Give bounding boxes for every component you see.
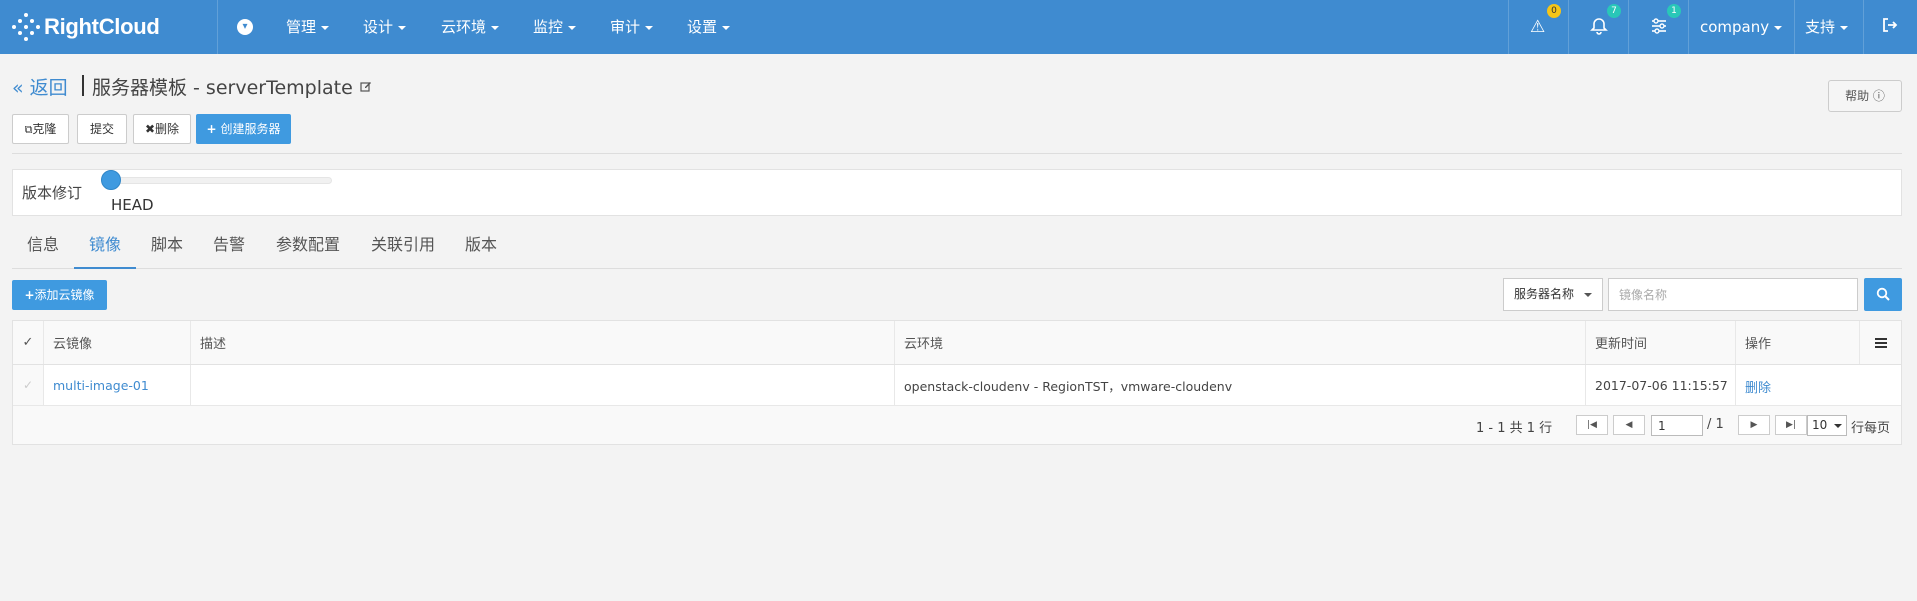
logout-icon xyxy=(1882,17,1898,38)
sliders-icon xyxy=(1650,17,1668,40)
logout-button[interactable] xyxy=(1863,0,1917,54)
chevron-down-icon xyxy=(1834,424,1842,428)
submit-button[interactable]: 提交 xyxy=(77,114,127,144)
create-server-button[interactable]: + 创建服务器 xyxy=(196,114,291,144)
image-cloud-env: openstack-cloudenv - RegionTST，vmware-cl… xyxy=(895,365,1586,405)
nav-item-settings[interactable]: 设置 xyxy=(687,0,731,54)
column-header-cloud-env[interactable]: 云环境 xyxy=(895,321,1586,364)
nav-item-cloud-env[interactable]: 云环境 xyxy=(441,0,500,54)
filter-field-select[interactable]: 服务器名称 xyxy=(1503,278,1603,311)
plus-icon: + xyxy=(24,288,35,302)
first-page-button[interactable]: |◀ xyxy=(1576,415,1608,435)
notification-count-badge: 7 xyxy=(1607,4,1621,18)
row-actions: 删除 xyxy=(1736,365,1901,405)
delete-button[interactable]: ✖删除 xyxy=(133,114,191,144)
company-menu[interactable]: company xyxy=(1700,0,1783,54)
tab-versions[interactable]: 版本 xyxy=(450,224,512,269)
delete-row-link[interactable]: 删除 xyxy=(1745,377,1771,396)
per-page-label: 行每页 xyxy=(1851,421,1891,436)
search-icon xyxy=(1876,287,1890,301)
nav-divider xyxy=(1688,0,1689,54)
search-button[interactable] xyxy=(1864,278,1902,311)
page-size-select[interactable]: 10 xyxy=(1807,415,1847,436)
title-divider xyxy=(82,75,84,96)
tab-bar: 信息 镜像 脚本 告警 参数配置 关联引用 版本 xyxy=(12,224,1902,269)
pagination-summary: 1 - 1 共 1 行 xyxy=(1476,421,1553,436)
version-slider-handle[interactable] xyxy=(101,170,121,190)
tasks-button[interactable]: 1 xyxy=(1628,0,1688,54)
logo-icon xyxy=(12,13,40,41)
add-image-button[interactable]: +添加云镜像 xyxy=(12,280,107,310)
column-header-updated[interactable]: 更新时间 xyxy=(1586,321,1736,364)
version-panel: 版本修订 HEAD xyxy=(12,169,1902,216)
divider xyxy=(12,153,1902,154)
nav-item-manage[interactable]: 管理 xyxy=(286,0,330,54)
nav-item-monitor[interactable]: 监控 xyxy=(533,0,577,54)
warning-count-badge: 0 xyxy=(1547,4,1561,18)
tab-parameters[interactable]: 参数配置 xyxy=(260,224,356,269)
brand-name: RightCloud xyxy=(44,14,160,39)
help-button[interactable]: 帮助 ⓘ xyxy=(1828,80,1902,112)
select-all-checkbox[interactable]: ✓ xyxy=(13,321,44,364)
chevron-down-icon[interactable]: ▾ xyxy=(237,19,253,35)
warning-icon: ⚠ xyxy=(1530,17,1546,37)
prev-page-button[interactable]: ◀ xyxy=(1613,415,1645,435)
back-link[interactable]: « 返回 xyxy=(12,73,68,100)
column-header-description[interactable]: 描述 xyxy=(191,321,895,364)
tasks-count-badge: 1 xyxy=(1667,4,1681,18)
nav-divider xyxy=(1794,0,1795,54)
pagination: 1 - 1 共 1 行 |◀ ◀ / 1 ▶ ▶| 10 行每页 xyxy=(13,406,1901,444)
close-icon: ✖ xyxy=(144,122,156,136)
page-title: 服务器模板 - serverTemplate xyxy=(92,77,353,99)
version-label: 版本修订 xyxy=(22,184,83,202)
plus-icon: + xyxy=(206,122,217,136)
table-header: ✓ 云镜像 描述 云环境 更新时间 操作 xyxy=(13,321,1901,365)
column-header-actions: 操作 xyxy=(1736,321,1860,364)
version-current: HEAD xyxy=(111,196,154,214)
column-menu-icon[interactable] xyxy=(1860,321,1901,364)
alerts-button[interactable]: ⚠ 0 xyxy=(1508,0,1568,54)
top-navbar: RightCloud ▾ 管理 设计 云环境 监控 审计 设置 ⚠ 0 7 1 … xyxy=(0,0,1917,54)
support-menu[interactable]: 支持 xyxy=(1805,0,1849,54)
bell-icon xyxy=(1590,17,1608,40)
image-updated-time: 2017-07-06 11:15:57 xyxy=(1586,365,1736,405)
images-table: ✓ 云镜像 描述 云环境 更新时间 操作 ✓ multi-image-01 op… xyxy=(12,320,1902,445)
tab-images[interactable]: 镜像 xyxy=(74,224,136,269)
search-input[interactable] xyxy=(1608,278,1858,311)
chevron-down-icon xyxy=(1584,293,1592,297)
row-checkbox[interactable]: ✓ xyxy=(13,365,44,405)
clone-button[interactable]: ⧉克隆 xyxy=(12,114,69,144)
next-page-button[interactable]: ▶ xyxy=(1738,415,1770,435)
edit-icon[interactable] xyxy=(360,80,372,92)
column-header-image[interactable]: 云镜像 xyxy=(44,321,191,364)
tab-scripts[interactable]: 脚本 xyxy=(136,224,198,269)
tab-references[interactable]: 关联引用 xyxy=(356,224,450,269)
brand-logo[interactable]: RightCloud xyxy=(12,13,160,41)
tab-info[interactable]: 信息 xyxy=(12,224,74,269)
image-name-link[interactable]: multi-image-01 xyxy=(44,365,191,405)
tab-alerts[interactable]: 告警 xyxy=(198,224,260,269)
nav-item-design[interactable]: 设计 xyxy=(363,0,407,54)
version-slider-track[interactable] xyxy=(110,177,332,184)
nav-item-audit[interactable]: 审计 xyxy=(610,0,654,54)
notifications-button[interactable]: 7 xyxy=(1568,0,1628,54)
image-description xyxy=(191,365,895,405)
page-total: / 1 xyxy=(1707,417,1724,432)
last-page-button[interactable]: ▶| xyxy=(1775,415,1807,435)
page-number-input[interactable] xyxy=(1651,415,1703,436)
table-row[interactable]: ✓ multi-image-01 openstack-cloudenv - Re… xyxy=(13,365,1901,406)
nav-divider xyxy=(217,0,218,54)
